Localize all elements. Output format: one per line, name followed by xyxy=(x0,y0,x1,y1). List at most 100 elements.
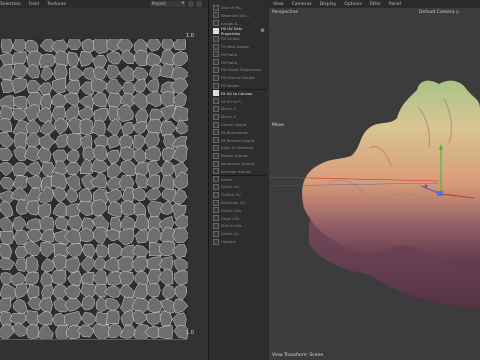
uv-island[interactable] xyxy=(106,64,120,79)
checkbox-icon[interactable] xyxy=(213,230,219,237)
uv-island[interactable] xyxy=(52,186,67,203)
checkbox-icon[interactable] xyxy=(213,35,219,42)
tool-row[interactable]: Shrink UVs xyxy=(213,222,265,229)
tool-row[interactable]: Options xyxy=(213,238,265,245)
uv-island[interactable] xyxy=(64,173,81,192)
tool-row[interactable]: Align to Selected xyxy=(213,144,265,151)
uv-island[interactable] xyxy=(117,104,134,122)
uv-island[interactable] xyxy=(67,37,82,50)
uv-island[interactable] xyxy=(145,146,162,162)
uv-island[interactable] xyxy=(13,62,27,79)
uv-island[interactable] xyxy=(27,284,40,300)
uv-island[interactable] xyxy=(79,158,93,175)
tool-row[interactable]: Search Pa... xyxy=(213,4,265,11)
viewport-menu-cameras[interactable]: Cameras xyxy=(292,2,312,7)
uv-island[interactable] xyxy=(107,243,124,260)
tool-row[interactable]: Fill Best Nodes xyxy=(213,43,265,50)
uv-island[interactable] xyxy=(133,78,147,93)
grid-icon[interactable] xyxy=(188,1,194,7)
uv-island[interactable] xyxy=(11,186,28,201)
uv-island[interactable] xyxy=(65,79,81,95)
checkbox-icon[interactable] xyxy=(213,129,219,136)
uv-island[interactable] xyxy=(173,270,193,285)
uv-island[interactable] xyxy=(131,256,149,273)
tool-row[interactable]: Center Island xyxy=(213,121,265,128)
uv-island[interactable] xyxy=(119,283,135,299)
uv-island[interactable] xyxy=(119,324,137,339)
uv-island[interactable] xyxy=(25,271,39,286)
uv-island[interactable] xyxy=(107,134,121,149)
uv-island[interactable] xyxy=(66,215,84,231)
tool-row[interactable]: Fill Manual Border xyxy=(213,74,265,81)
uv-island[interactable] xyxy=(0,37,14,53)
uv-island[interactable] xyxy=(159,91,175,107)
tool-row[interactable]: Flatten UV xyxy=(213,191,265,198)
uv-island[interactable] xyxy=(65,161,82,176)
uv-island[interactable] xyxy=(133,49,148,67)
uv-island[interactable] xyxy=(15,258,27,272)
tool-row[interactable]: Mirror U xyxy=(213,105,265,112)
uv-island[interactable] xyxy=(65,243,84,259)
uv-island[interactable] xyxy=(79,50,95,67)
uv-island[interactable] xyxy=(173,257,191,274)
uv-island[interactable] xyxy=(90,119,106,138)
uv-island[interactable] xyxy=(147,160,163,177)
uv-island[interactable] xyxy=(145,78,160,93)
uv-island[interactable] xyxy=(69,66,85,81)
uv-island[interactable] xyxy=(132,283,149,301)
tool-row[interactable]: Fill Smart Proportions xyxy=(213,66,265,73)
uv-editor[interactable]: 1.0 1.0 xyxy=(0,8,208,360)
uv-island[interactable] xyxy=(25,255,39,275)
uv-island[interactable] xyxy=(67,51,80,67)
uv-island[interactable] xyxy=(0,231,15,245)
uv-island[interactable] xyxy=(0,323,14,342)
uv-island[interactable] xyxy=(66,132,83,152)
uv-island[interactable] xyxy=(118,228,135,246)
tool-row[interactable]: Mirror V xyxy=(213,113,265,120)
uv-island[interactable] xyxy=(11,78,28,94)
checkbox-icon[interactable] xyxy=(213,222,219,229)
uv-island[interactable] xyxy=(51,78,67,94)
uv-island[interactable] xyxy=(81,312,98,326)
uv-island[interactable] xyxy=(0,117,13,133)
uv-island[interactable] xyxy=(132,244,150,259)
checkbox-icon[interactable] xyxy=(213,74,219,81)
uv-island[interactable] xyxy=(106,51,122,65)
uv-island[interactable] xyxy=(135,172,149,189)
uv-island[interactable] xyxy=(27,229,43,243)
uv-island[interactable] xyxy=(120,309,135,326)
tool-row[interactable]: Select UV xyxy=(213,183,265,190)
uv-island[interactable] xyxy=(37,186,54,203)
tool-row[interactable]: Grow UVs xyxy=(213,215,265,222)
uv-island[interactable] xyxy=(92,54,108,69)
checkbox-checked-icon[interactable] xyxy=(213,90,219,97)
uv-island[interactable] xyxy=(0,176,15,190)
checkbox-checked-icon[interactable] xyxy=(213,27,219,34)
uv-island[interactable] xyxy=(39,53,57,68)
checkbox-icon[interactable] xyxy=(213,191,219,198)
tool-row[interactable]: Fill Ratio xyxy=(213,59,265,66)
tool-row[interactable]: Rotate Islands xyxy=(213,152,265,159)
uv-island[interactable] xyxy=(40,65,54,82)
checkbox-icon[interactable] xyxy=(213,20,219,27)
uv-island[interactable] xyxy=(41,284,55,300)
uv-island[interactable] xyxy=(147,296,164,313)
uv-island[interactable] xyxy=(25,161,42,177)
tool-row[interactable]: Fit UV to P... xyxy=(213,98,265,105)
uv-island[interactable] xyxy=(119,146,137,162)
checkbox-icon[interactable] xyxy=(213,66,219,73)
uv-island[interactable] xyxy=(92,226,108,245)
checkbox-icon[interactable] xyxy=(213,176,219,183)
uv-island[interactable] xyxy=(0,216,14,234)
uv-island[interactable] xyxy=(37,310,53,326)
checkbox-icon[interactable] xyxy=(213,113,219,120)
uv-island[interactable] xyxy=(106,271,122,286)
uv-island[interactable] xyxy=(40,93,52,109)
uv-island[interactable] xyxy=(26,80,41,94)
checkbox-icon[interactable] xyxy=(213,207,219,214)
uv-island[interactable] xyxy=(133,148,148,164)
uv-island[interactable] xyxy=(146,174,161,190)
checkbox-icon[interactable] xyxy=(213,98,219,105)
tool-row[interactable]: Fill Ratio xyxy=(213,51,265,58)
uv-island[interactable] xyxy=(173,35,187,51)
